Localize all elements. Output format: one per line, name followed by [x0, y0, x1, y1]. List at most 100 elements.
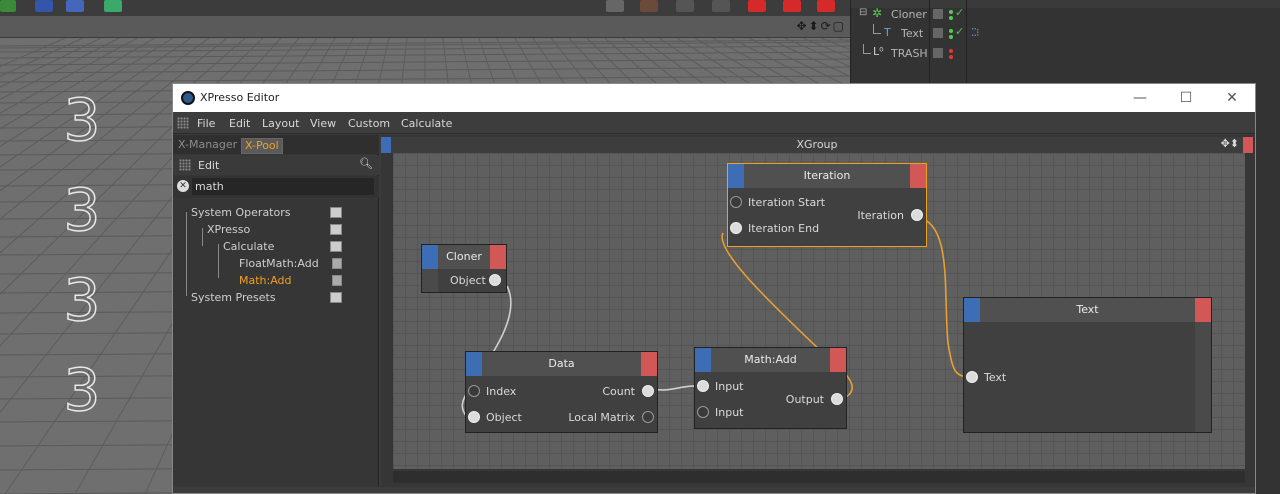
tree-collapse-icon[interactable]: ⊟	[859, 7, 867, 18]
menu-edit[interactable]: Edit	[229, 117, 250, 130]
render-icon[interactable]	[0, 0, 16, 12]
tree-item-math-add[interactable]: Math:Add	[173, 272, 379, 289]
port-input-2-in[interactable]	[697, 406, 709, 418]
node-iteration[interactable]: Iteration Iteration Start Iteration End …	[727, 163, 927, 247]
tree-item-system-operators[interactable]: System Operators	[173, 204, 379, 221]
menu-grip-icon[interactable]	[177, 117, 189, 129]
menu-grip-icon[interactable]	[179, 159, 191, 171]
grid-icon[interactable]	[35, 0, 53, 12]
xgroup-scrollbar[interactable]	[393, 471, 1245, 483]
object-row-trash[interactable]: L⁰ TRASH	[851, 44, 1280, 63]
node-math-add[interactable]: Math:Add Input Input Output	[694, 347, 847, 429]
node-header[interactable]: Cloner	[422, 245, 506, 269]
axis-icon[interactable]	[640, 0, 658, 12]
object-row-text[interactable]: T Text ✓ ⁚⁚⁝	[851, 24, 1280, 43]
node-input-tab[interactable]	[728, 164, 744, 188]
node-output-tab[interactable]	[490, 245, 506, 269]
cube-icon[interactable]	[104, 0, 122, 12]
enabled-check-icon[interactable]: ✓	[955, 25, 964, 38]
keyframe-auto-icon[interactable]	[783, 0, 801, 12]
node-output-tab[interactable]	[830, 348, 846, 372]
menu-custom[interactable]: Custom	[348, 117, 390, 130]
xgroup-canvas[interactable]: Cloner Object Data Index Object Count Lo…	[393, 153, 1245, 469]
port-iteration-out[interactable]	[911, 209, 923, 221]
node-header[interactable]: Math:Add	[695, 348, 846, 372]
menu-file[interactable]: File	[197, 117, 215, 130]
editor-visibility-dot[interactable]	[949, 10, 953, 14]
port-text-in[interactable]	[966, 371, 978, 383]
pool-edit-menu[interactable]: Edit	[198, 159, 219, 172]
layer-box[interactable]	[933, 48, 943, 58]
node-header[interactable]: Data	[466, 352, 657, 376]
tree-item-xpresso[interactable]: XPresso	[173, 221, 379, 238]
node-input-tab[interactable]	[422, 245, 438, 269]
tree-label[interactable]: System Presets	[191, 291, 276, 304]
keyframe-record-icon[interactable]	[748, 0, 766, 12]
view-navigation-icons[interactable]: ✥⬍⟳▢	[796, 19, 846, 33]
node-body: Text	[964, 322, 1211, 432]
port-index-in[interactable]	[468, 385, 480, 397]
search-icon[interactable]: 🔍︎	[359, 157, 373, 170]
window-titlebar[interactable]: XPresso Editor — ☐ ✕	[173, 84, 1255, 112]
magnet-icon[interactable]	[606, 0, 624, 12]
keyframe-selection-icon[interactable]	[817, 0, 835, 12]
node-input-tab[interactable]	[964, 298, 980, 322]
node-input-tab[interactable]	[466, 352, 482, 376]
render-visibility-dot[interactable]	[949, 55, 953, 59]
port-input-1-in[interactable]	[697, 380, 709, 392]
minimize-icon[interactable]: —	[1130, 88, 1150, 108]
close-icon[interactable]: ✕	[1222, 88, 1242, 108]
snap-icon[interactable]	[676, 0, 694, 12]
object-name[interactable]: Cloner	[891, 8, 927, 21]
enabled-check-icon[interactable]: ✓	[955, 6, 964, 19]
xgroup-output-tab[interactable]	[1243, 137, 1253, 153]
layer-box[interactable]	[933, 28, 943, 38]
node-input-tab[interactable]	[695, 348, 711, 372]
layer-box[interactable]	[933, 9, 943, 19]
tree-label[interactable]: Math:Add	[239, 274, 292, 287]
port-iteration-start-in[interactable]	[730, 196, 742, 208]
port-count-out[interactable]	[642, 385, 654, 397]
node-output-tab[interactable]	[910, 164, 926, 188]
move-icon[interactable]: ✥⬍	[1221, 137, 1239, 150]
menu-layout[interactable]: Layout	[262, 117, 299, 130]
cube-shuffle-icon[interactable]	[66, 0, 84, 12]
port-object-out[interactable]	[489, 274, 501, 286]
maximize-icon[interactable]: ☐	[1176, 88, 1196, 108]
port-object-in[interactable]	[468, 411, 480, 423]
editor-visibility-dot[interactable]	[949, 49, 953, 53]
editor-visibility-dot[interactable]	[949, 29, 953, 33]
node-header[interactable]: Iteration	[728, 164, 926, 188]
node-cloner[interactable]: Cloner Object	[421, 244, 507, 293]
xgroup-header[interactable]: XGroup ✥⬍	[381, 137, 1253, 153]
tree-label[interactable]: FloatMath:Add	[239, 257, 319, 270]
tab-xpool[interactable]: X-Pool	[241, 138, 283, 154]
node-data[interactable]: Data Index Object Count Local Matrix	[465, 351, 658, 433]
port-local-matrix-out[interactable]	[642, 411, 654, 423]
clear-filter-icon[interactable]: ✕	[177, 180, 189, 192]
node-header[interactable]: Text	[964, 298, 1211, 322]
tree-item-system-presets[interactable]: System Presets	[173, 289, 379, 306]
object-name[interactable]: TRASH	[891, 47, 928, 60]
tree-item-calculate[interactable]: Calculate	[173, 238, 379, 255]
object-row-cloner[interactable]: ⊟ ✲ Cloner ✓	[851, 5, 1280, 24]
tree-label[interactable]: Calculate	[223, 240, 274, 253]
node-output-tab[interactable]	[641, 352, 657, 376]
tab-xmanager[interactable]: X-Manager	[175, 138, 240, 154]
node-output-tab[interactable]	[1195, 298, 1211, 322]
tree-label[interactable]: XPresso	[207, 223, 250, 236]
port-iteration-end-in[interactable]	[730, 222, 742, 234]
menu-calculate[interactable]: Calculate	[401, 117, 452, 130]
object-name[interactable]: Text	[901, 27, 923, 40]
render-visibility-dot[interactable]	[949, 35, 953, 39]
render-visibility-dot[interactable]	[949, 16, 953, 20]
pool-filter-input[interactable]	[192, 178, 374, 195]
xpresso-tag-icon[interactable]: ⁚⁚⁝	[971, 26, 979, 39]
workplane-icon[interactable]	[712, 0, 730, 12]
menu-view[interactable]: View	[310, 117, 336, 130]
port-output-out[interactable]	[831, 393, 843, 405]
tree-label[interactable]: System Operators	[191, 206, 290, 219]
window-title: XPresso Editor	[200, 91, 280, 104]
node-text[interactable]: Text Text	[963, 297, 1212, 433]
tree-item-floatmath-add[interactable]: FloatMath:Add	[173, 255, 379, 272]
